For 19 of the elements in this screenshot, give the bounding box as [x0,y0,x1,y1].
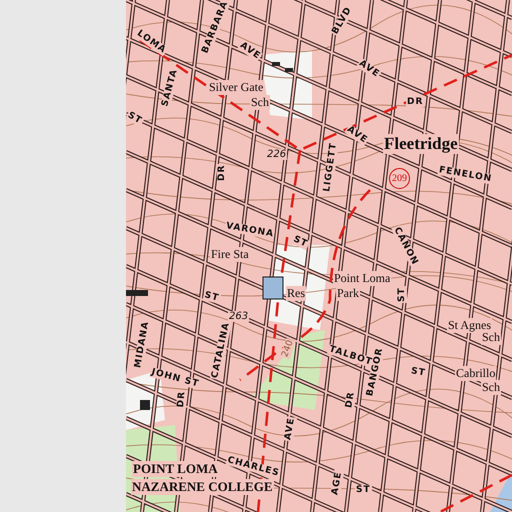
map-label: DR [406,97,424,107]
map-label: St Agnes [447,318,492,333]
map-label: Sch [481,330,501,345]
map-label: Cabrillo [455,366,496,381]
map-label: Point Loma [333,271,392,286]
map-label: NAZARENE COLLEGE [131,479,274,495]
map-label: ST [397,286,407,303]
map-label: DR [217,164,227,182]
map-label: Park [336,286,360,301]
map-label: Fleetridge [383,134,459,154]
map-label: Res [286,286,306,301]
map-label: Sch [481,380,501,395]
map-label: POINT LOMA [132,461,219,477]
map-label: Fire Sta [210,247,250,262]
map-label: 226 [266,149,288,160]
map-label: 263 [228,311,250,322]
map-label: ST [355,485,372,495]
map-label: Sch [250,95,270,110]
map-label: Silver Gate [208,80,264,95]
